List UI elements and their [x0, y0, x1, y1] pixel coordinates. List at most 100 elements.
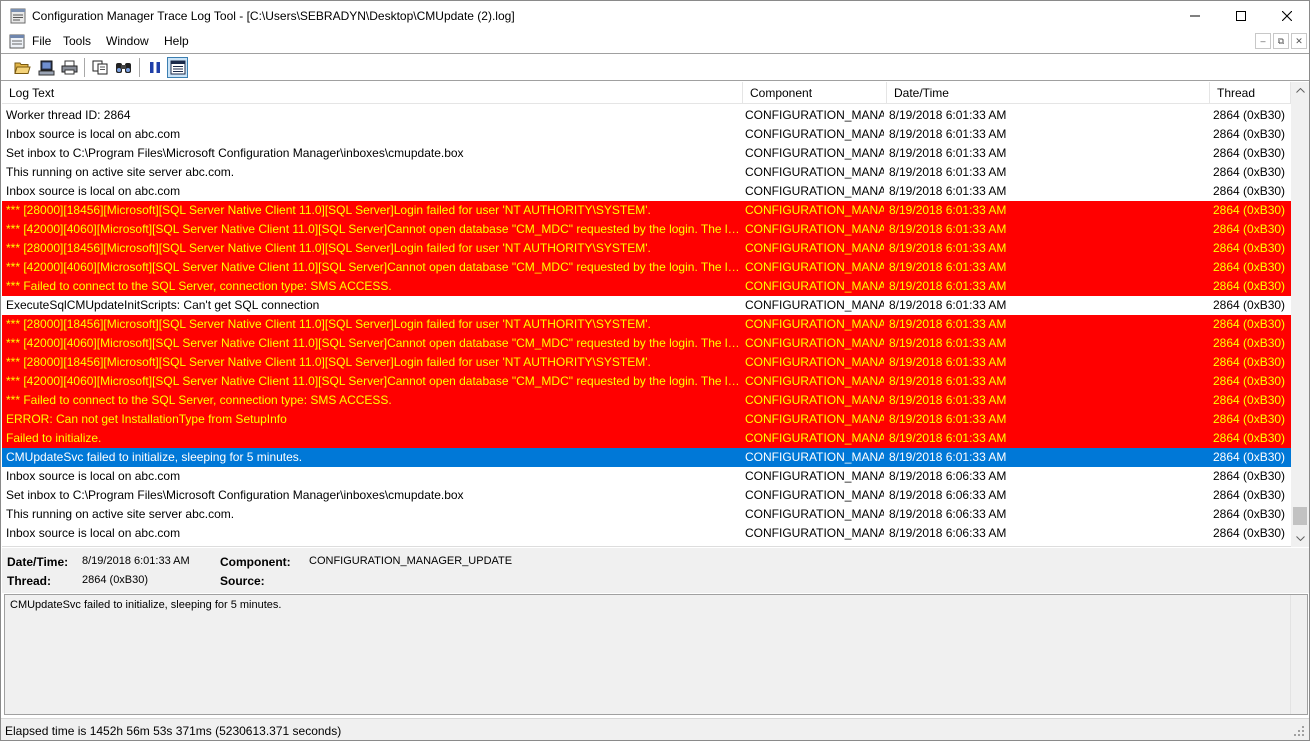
title-bar[interactable]: Configuration Manager Trace Log Tool - [… — [1, 1, 1309, 31]
column-header-thread[interactable]: Thread — [1210, 82, 1291, 104]
document-icon[interactable] — [9, 34, 25, 49]
log-list[interactable]: Log Text Component Date/Time Thread Work… — [2, 82, 1309, 547]
log-text-cell: *** [42000][4060][Microsoft][SQL Server … — [6, 222, 742, 236]
mdi-minimize-icon: – — [1260, 36, 1266, 46]
mdi-minimize-button[interactable]: – — [1255, 33, 1271, 49]
component-cell: CONFIGURATION_MANAGER_UPDATE — [745, 298, 884, 312]
chevron-up-icon — [1295, 88, 1305, 93]
find-icon — [116, 63, 131, 73]
table-row[interactable]: *** Failed to connect to the SQL Server,… — [2, 391, 1291, 410]
table-row[interactable]: ERROR: Can not get InstallationType from… — [2, 410, 1291, 429]
minimize-icon — [1190, 15, 1200, 17]
datetime-cell: 8/19/2018 6:01:33 AM — [889, 127, 1007, 141]
datetime-cell: 8/19/2018 6:01:33 AM — [889, 241, 1007, 255]
open-folder-button[interactable] — [12, 57, 33, 78]
component-cell: CONFIGURATION_MANAGER_UPDATE — [745, 317, 884, 331]
menu-tools[interactable]: Tools — [63, 34, 91, 48]
datetime-cell: 8/19/2018 6:01:33 AM — [889, 374, 1007, 388]
message-vertical-scrollbar[interactable] — [1290, 595, 1307, 714]
scroll-thumb[interactable] — [1293, 507, 1307, 525]
table-row[interactable]: This running on active site server abc.c… — [2, 163, 1291, 182]
pause-icon — [149, 62, 160, 73]
thread-cell: 2864 (0xB30) — [1213, 374, 1286, 388]
log-rows: Worker thread ID: 2864 CONFIGURATION_MANA… — [2, 106, 1291, 543]
table-row[interactable]: Failed to initialize. CONFIGURATION_MANAG… — [2, 429, 1291, 448]
thread-cell: 2864 (0xB30) — [1213, 412, 1286, 426]
print-icon — [61, 60, 78, 75]
table-row[interactable]: *** [28000][18456][Microsoft][SQL Server… — [2, 201, 1291, 220]
table-row[interactable]: ExecuteSqlCMUpdateInitScripts: Can't get… — [2, 296, 1291, 315]
source-label: Source: — [220, 574, 265, 588]
print-button[interactable] — [59, 57, 80, 78]
table-row[interactable]: *** [42000][4060][Microsoft][SQL Server … — [2, 220, 1291, 239]
close-icon — [1282, 11, 1292, 21]
log-text-cell: Inbox source is local on abc.com — [6, 526, 181, 540]
mdi-restore-icon: ⧉ — [1277, 35, 1285, 46]
table-row[interactable]: Inbox source is local on abc.com CONFIGUR… — [2, 524, 1291, 543]
scroll-up-button[interactable] — [1291, 82, 1309, 99]
component-cell: CONFIGURATION_MANAGER_UPDATE — [745, 146, 884, 160]
copy-button[interactable] — [89, 57, 110, 78]
component-cell: CONFIGURATION_MANAGER_UPDATE — [745, 127, 884, 141]
table-row[interactable]: *** [28000][18456][Microsoft][SQL Server… — [2, 239, 1291, 258]
list-vertical-scrollbar[interactable] — [1291, 82, 1309, 547]
table-row[interactable]: Inbox source is local on abc.com CONFIGUR… — [2, 182, 1291, 201]
table-row[interactable]: *** [42000][4060][Microsoft][SQL Server … — [2, 258, 1291, 277]
close-button[interactable] — [1264, 1, 1310, 31]
thread-cell: 2864 (0xB30) — [1213, 431, 1286, 445]
table-row[interactable]: Inbox source is local on abc.com CONFIGUR… — [2, 467, 1291, 486]
highlight-button[interactable] — [167, 57, 188, 78]
thread-cell: 2864 (0xB30) — [1213, 127, 1286, 141]
datetime-cell: 8/19/2018 6:01:33 AM — [889, 279, 1007, 293]
message-textbox[interactable]: CMUpdateSvc failed to initialize, sleepi… — [4, 594, 1308, 715]
column-header-datetime[interactable]: Date/Time — [887, 82, 1210, 104]
minimize-button[interactable] — [1172, 1, 1218, 31]
datetime-value: 8/19/2018 6:01:33 AM — [82, 555, 190, 567]
table-row[interactable]: *** [42000][4060][Microsoft][SQL Server … — [2, 334, 1291, 353]
table-row[interactable]: *** [28000][18456][Microsoft][SQL Server… — [2, 353, 1291, 372]
thread-label: Thread: — [7, 574, 52, 588]
table-row[interactable]: Set inbox to C:\Program Files\Microsoft … — [2, 144, 1291, 163]
log-text-cell: Set inbox to C:\Program Files\Microsoft … — [6, 488, 464, 502]
find-button[interactable] — [113, 57, 134, 78]
table-row[interactable]: Inbox source is local on abc.com CONFIGUR… — [2, 125, 1291, 144]
maximize-button[interactable] — [1218, 1, 1264, 31]
log-text-cell: *** [28000][18456][Microsoft][SQL Server… — [6, 317, 651, 331]
thread-cell: 2864 (0xB30) — [1213, 184, 1286, 198]
menu-window[interactable]: Window — [106, 34, 149, 48]
pause-button[interactable] — [144, 57, 165, 78]
open-server-button[interactable] — [36, 57, 57, 78]
table-row[interactable]: *** [42000][4060][Microsoft][SQL Server … — [2, 372, 1291, 391]
mdi-restore-button[interactable]: ⧉ — [1273, 33, 1289, 49]
log-text-cell: This running on active site server abc.c… — [6, 507, 235, 521]
table-row[interactable]: This running on active site server abc.c… — [2, 505, 1291, 524]
table-row[interactable]: *** Failed to connect to the SQL Server,… — [2, 277, 1291, 296]
thread-cell: 2864 (0xB30) — [1213, 241, 1286, 255]
table-row[interactable]: Worker thread ID: 2864 CONFIGURATION_MANA… — [2, 106, 1291, 125]
status-bar: Elapsed time is 1452h 56m 53s 371ms (523… — [1, 718, 1309, 740]
menu-help[interactable]: Help — [164, 34, 189, 48]
log-text-cell: *** [28000][18456][Microsoft][SQL Server… — [6, 355, 651, 369]
thread-cell: 2864 (0xB30) — [1213, 260, 1286, 274]
log-text-cell: *** [42000][4060][Microsoft][SQL Server … — [6, 260, 742, 274]
table-row[interactable]: *** [28000][18456][Microsoft][SQL Server… — [2, 315, 1291, 334]
datetime-cell: 8/19/2018 6:01:33 AM — [889, 393, 1007, 407]
datetime-cell: 8/19/2018 6:01:33 AM — [889, 412, 1007, 426]
column-header-component[interactable]: Component — [743, 82, 887, 104]
message-text: CMUpdateSvc failed to initialize, sleepi… — [10, 599, 282, 611]
column-header-log-text[interactable]: Log Text — [2, 82, 743, 104]
details-panel: Date/Time: 8/19/2018 6:01:33 AM Componen… — [2, 548, 1309, 593]
component-cell: CONFIGURATION_MANAGER_UPDATE — [745, 507, 884, 521]
resize-grip-icon[interactable] — [1293, 725, 1305, 737]
mdi-close-button[interactable]: ✕ — [1291, 33, 1307, 49]
table-row[interactable]: Set inbox to C:\Program Files\Microsoft … — [2, 486, 1291, 505]
thread-cell: 2864 (0xB30) — [1213, 108, 1286, 122]
datetime-cell: 8/19/2018 6:06:33 AM — [889, 488, 1007, 502]
log-text-cell: Inbox source is local on abc.com — [6, 469, 181, 483]
menu-file[interactable]: File — [32, 34, 51, 48]
scroll-down-button[interactable] — [1291, 530, 1309, 547]
component-cell: CONFIGURATION_MANAGER_UPDATE — [745, 412, 884, 426]
thread-cell: 2864 (0xB30) — [1213, 393, 1286, 407]
table-row[interactable]: CMUpdateSvc failed to initialize, sleepi… — [2, 448, 1291, 467]
datetime-cell: 8/19/2018 6:06:33 AM — [889, 469, 1007, 483]
